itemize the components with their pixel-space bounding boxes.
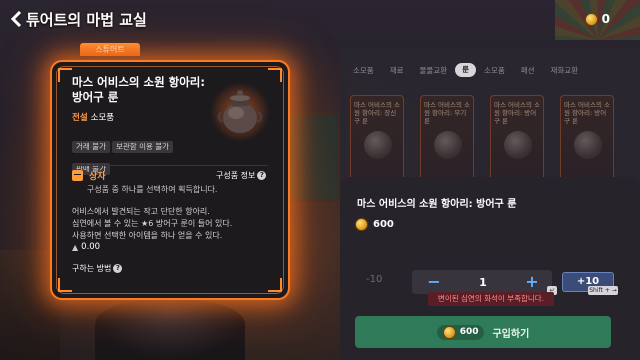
- pot-icon: [574, 131, 602, 159]
- value-icon: ▲: [72, 242, 79, 252]
- pot-icon: [217, 90, 263, 133]
- coin-icon: [584, 12, 598, 26]
- chalkboard: [285, 112, 340, 202]
- component-info-label: 구성품 정보: [216, 171, 256, 180]
- decrease-button[interactable]: −: [425, 271, 443, 293]
- back-button[interactable]: [8, 9, 26, 29]
- minus-10-button[interactable]: -10: [366, 274, 396, 285]
- tab-fashion[interactable]: 패션: [513, 65, 543, 76]
- total-price: 600: [436, 324, 485, 340]
- total-price-amount: 600: [459, 327, 479, 337]
- purchase-label: 구입하기: [492, 328, 530, 340]
- tab-barter[interactable]: 물물교환: [412, 65, 456, 76]
- insufficient-warning: 변이된 심연의 화석이 부족합니다.: [428, 292, 554, 306]
- item-image: [210, 82, 270, 142]
- frame-corner: [58, 278, 72, 292]
- shop-item-name: 마스 어비스의 소원 항아리: 무기 룬: [424, 101, 470, 125]
- divider: [72, 165, 268, 166]
- grade-label: 전설: [72, 113, 88, 123]
- how-to-get-link[interactable]: 구하는 방법 ?: [72, 263, 123, 274]
- unit-price-amount: 600: [373, 219, 394, 230]
- tab-currency-exchange[interactable]: 재화교환: [543, 65, 587, 76]
- purchase-button[interactable]: 600 구입하기: [355, 316, 611, 348]
- shop-item[interactable]: 마스 어비스의 소원 항아리: 장신구 룬: [350, 95, 404, 185]
- purchase-item-name: 마스 어비스의 소원 항아리: 방어구 룬: [357, 199, 517, 210]
- npc-tag: 스튜어트: [80, 43, 140, 56]
- character-figure: [95, 300, 245, 360]
- item-name: 마스 어비스의 소원 항아리: 방어구 룬: [72, 75, 205, 104]
- shift-key-hint: Shift + →: [588, 286, 618, 295]
- question-icon: ?: [257, 171, 267, 180]
- shop-item[interactable]: 마스 어비스의 소원 항아리: 방어구 룬: [560, 95, 614, 185]
- increase-button[interactable]: +: [523, 271, 541, 293]
- tab-consumable[interactable]: 소모품: [345, 65, 382, 76]
- shop-tabs: 소모품 재료 물물교환 룬 소모품 패션 재화교환: [345, 62, 640, 78]
- frame-corner: [268, 278, 282, 292]
- category-label: 소모품: [90, 113, 115, 123]
- tab-rune[interactable]: 룬: [455, 63, 477, 77]
- header-bar: 튜어트의 마법 교실 0: [0, 0, 640, 36]
- frame-corner: [58, 68, 72, 82]
- currency-display: 0: [584, 10, 610, 28]
- tab-consumable-2[interactable]: 소모품: [476, 65, 513, 76]
- shop-item-name: 마스 어비스의 소원 항아리: 장신구 룬: [354, 101, 400, 125]
- unit-price: 600: [355, 218, 394, 231]
- coin-icon: [355, 218, 368, 231]
- box-icon: [72, 169, 83, 181]
- restriction-chip: 거래 불가: [72, 141, 110, 153]
- quantity-value[interactable]: 1: [470, 276, 496, 289]
- shop-item[interactable]: 마스 어비스의 소원 항아리: 방어구 룬: [490, 95, 544, 185]
- page-title: 튜어트의 마법 교실: [26, 11, 147, 29]
- frame-corner: [268, 68, 282, 82]
- box-title: 상자: [89, 171, 106, 182]
- pot-icon: [434, 131, 462, 159]
- component-info-link[interactable]: 구성품 정보 ?: [216, 170, 267, 181]
- shop-item-name: 마스 어비스의 소원 항아리: 방어구 룬: [564, 101, 610, 125]
- coin-icon: [442, 325, 456, 339]
- shop-item[interactable]: 마스 어비스의 소원 항아리: 무기 룬: [420, 95, 474, 185]
- value-amount: 0.00: [81, 242, 101, 252]
- item-value: ▲ 0.00: [72, 242, 100, 252]
- currency-amount: 0: [601, 12, 610, 26]
- description-line: 어비스에서 발견되는 작고 단단한 항아리.: [72, 207, 210, 216]
- description-line: 사용하면 선택한 아이템을 하나 얻을 수 있다.: [72, 231, 223, 240]
- pot-icon: [504, 131, 532, 159]
- item-grade: 전설 소모품: [72, 111, 114, 123]
- how-to-get-label: 구하는 방법: [72, 264, 112, 273]
- pot-icon: [364, 131, 392, 159]
- restriction-chip: 보관함 이용 불가: [111, 141, 174, 153]
- chevron-left-icon: [11, 11, 22, 27]
- box-description: 구성품 중 하나를 선택하여 획득합니다.: [87, 185, 218, 194]
- question-icon: ?: [113, 264, 123, 273]
- item-description: 어비스에서 발견되는 작고 단단한 항아리. 심연에서 볼 수 있는 ★6 방어…: [72, 206, 272, 242]
- shop-item-name: 마스 어비스의 소원 항아리: 방어구 룬: [494, 101, 540, 125]
- description-line: 심연에서 볼 수 있는 ★6 방어구 룬이 들어 있다.: [72, 219, 233, 228]
- tab-material[interactable]: 재료: [382, 65, 412, 76]
